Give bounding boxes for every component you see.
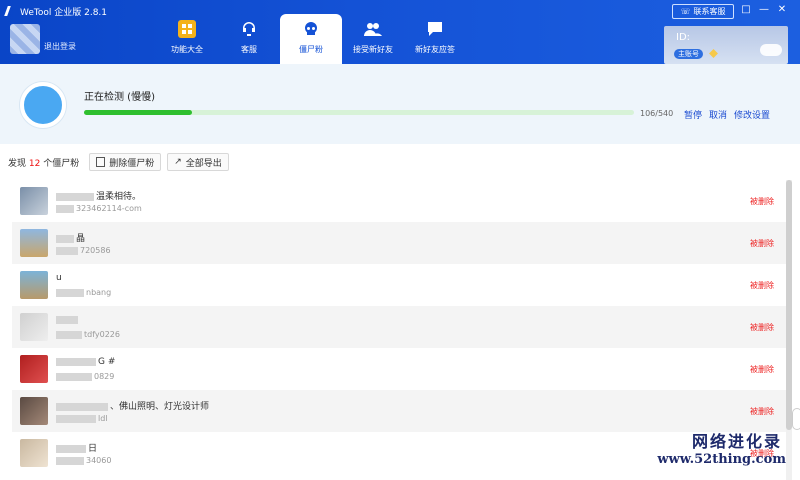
scan-actions: 暂停 取消 修改设置 xyxy=(684,108,770,121)
watermark: 网络进化录 www.52thing.com xyxy=(600,428,790,476)
tab-accept-friends[interactable]: 接受新好友 xyxy=(342,14,404,64)
status-badge: 被删除 xyxy=(750,197,774,206)
list-item[interactable]: tdfy0226 被删除 xyxy=(12,306,786,348)
contact-wxid: tdfy0226 xyxy=(56,330,120,339)
tab-features[interactable]: 功能大全 xyxy=(156,14,218,64)
window-controls: □ — ✕ xyxy=(740,4,788,16)
found-count: 12 xyxy=(28,158,41,169)
side-handle[interactable] xyxy=(792,408,800,430)
contact-avatar xyxy=(20,355,48,383)
list-item[interactable]: 温柔相待。 323462114-com 被删除 xyxy=(12,180,786,222)
contact-wxid: 34060 xyxy=(56,456,111,465)
restore-icon[interactable]: □ xyxy=(740,4,752,16)
delete-zombies-button[interactable]: 删除僵尸粉 xyxy=(89,153,162,171)
minimize-icon[interactable]: — xyxy=(758,4,770,16)
scan-progress-bar xyxy=(84,110,634,115)
contact-name: u xyxy=(56,273,62,283)
diamond-icon xyxy=(709,49,718,58)
scrollbar-thumb[interactable] xyxy=(786,180,792,430)
cancel-button[interactable]: 取消 xyxy=(709,108,727,121)
main-nav: 功能大全 客服 僵尸粉 接受新好友 新好友应答 xyxy=(156,14,466,64)
delete-zombies-label: 删除僵尸粉 xyxy=(109,158,155,169)
watermark-url: www.52thing.com xyxy=(657,452,786,467)
watermark-title: 网络进化录 xyxy=(691,432,782,451)
grid-icon xyxy=(178,20,196,38)
contact-support-button[interactable]: ☏ 联系客服 xyxy=(672,4,734,19)
status-badge: 被删除 xyxy=(750,407,774,416)
cloud-icon xyxy=(760,44,782,56)
contact-wxid: ldl xyxy=(56,414,108,423)
users-icon xyxy=(364,20,382,38)
found-summary: 发现 12 个僵尸粉 xyxy=(8,156,79,169)
export-all-label: 全部导出 xyxy=(185,158,222,169)
contact-name: 、佛山照明、灯光设计师 xyxy=(56,399,209,412)
found-suffix: 个僵尸粉 xyxy=(43,158,80,169)
tab-customer-service[interactable]: 客服 xyxy=(218,14,280,64)
contact-wxid: nbang xyxy=(56,288,111,297)
contact-avatar xyxy=(20,187,48,215)
scan-progress-count: 106/540 xyxy=(640,109,674,118)
list-item[interactable]: 、佛山照明、灯光设计师 ldl 被删除 xyxy=(12,390,786,432)
contact-name: 温柔相待。 xyxy=(56,189,141,202)
account-badge: 主账号 xyxy=(674,49,703,59)
contact-avatar xyxy=(20,271,48,299)
status-badge: 被删除 xyxy=(750,281,774,290)
status-badge: 被删除 xyxy=(750,323,774,332)
export-icon: ↗ xyxy=(174,157,182,167)
contact-name: G # xyxy=(56,357,115,367)
contact-support-label: 联系客服 xyxy=(693,7,726,16)
tab-zombie-fans[interactable]: 僵尸粉 xyxy=(280,14,342,64)
scan-progress-fill xyxy=(84,110,192,115)
window-title-text: WeTool 企业版 2.8.1 xyxy=(20,7,108,18)
contact-avatar xyxy=(20,439,48,467)
tab-friend-reply[interactable]: 新好友应答 xyxy=(404,14,466,64)
skull-icon xyxy=(302,20,320,38)
tab-label: 僵尸粉 xyxy=(299,45,323,54)
list-item[interactable]: G # 0829 被删除 xyxy=(12,348,786,390)
headset-icon xyxy=(240,20,258,38)
avatar[interactable] xyxy=(10,24,40,54)
results-toolbar: 发现 12 个僵尸粉 删除僵尸粉 ↗ 全部导出 xyxy=(8,153,229,171)
tab-label: 功能大全 xyxy=(171,45,203,54)
trash-icon xyxy=(96,157,106,167)
close-icon[interactable]: ✕ xyxy=(776,4,788,16)
contact-name: 日 xyxy=(56,441,97,454)
account-card: ID: 主账号 xyxy=(664,26,788,64)
logout-link[interactable]: 退出登录 xyxy=(44,41,76,52)
tab-label: 新好友应答 xyxy=(415,45,455,54)
contact-name xyxy=(56,315,80,325)
window-title: WeTool 企业版 2.8.1 xyxy=(4,4,108,18)
list-item[interactable]: 晶 720586 被删除 xyxy=(12,222,786,264)
scan-status-panel: 正在检测 (慢慢) 106/540 暂停 取消 修改设置 xyxy=(0,64,800,144)
headset-icon: ☏ xyxy=(680,7,691,16)
status-badge: 被删除 xyxy=(750,365,774,374)
contact-avatar xyxy=(20,397,48,425)
scan-progress-ring xyxy=(20,82,66,128)
contact-wxid: 0829 xyxy=(56,372,114,381)
app-header: WeTool 企业版 2.8.1 退出登录 功能大全 客服 僵尸粉 接受新好友 … xyxy=(0,0,800,64)
scan-status-title: 正在检测 (慢慢) xyxy=(84,92,155,103)
contact-name: 晶 xyxy=(56,231,85,244)
tab-label: 接受新好友 xyxy=(353,45,393,54)
tab-label: 客服 xyxy=(241,45,257,54)
status-badge: 被删除 xyxy=(750,239,774,248)
pause-button[interactable]: 暂停 xyxy=(684,108,702,121)
contact-avatar xyxy=(20,313,48,341)
edit-settings-button[interactable]: 修改设置 xyxy=(734,108,770,121)
contact-avatar xyxy=(20,229,48,257)
contact-wxid: 720586 xyxy=(56,246,111,255)
account-id-label: ID: xyxy=(676,32,691,43)
app-logo-icon xyxy=(4,6,18,16)
list-item[interactable]: u nbang 被删除 xyxy=(12,264,786,306)
chat-icon xyxy=(426,20,444,38)
found-prefix: 发现 xyxy=(8,158,27,169)
contact-wxid: 323462114-com xyxy=(56,204,142,213)
export-all-button[interactable]: ↗ 全部导出 xyxy=(167,153,229,171)
